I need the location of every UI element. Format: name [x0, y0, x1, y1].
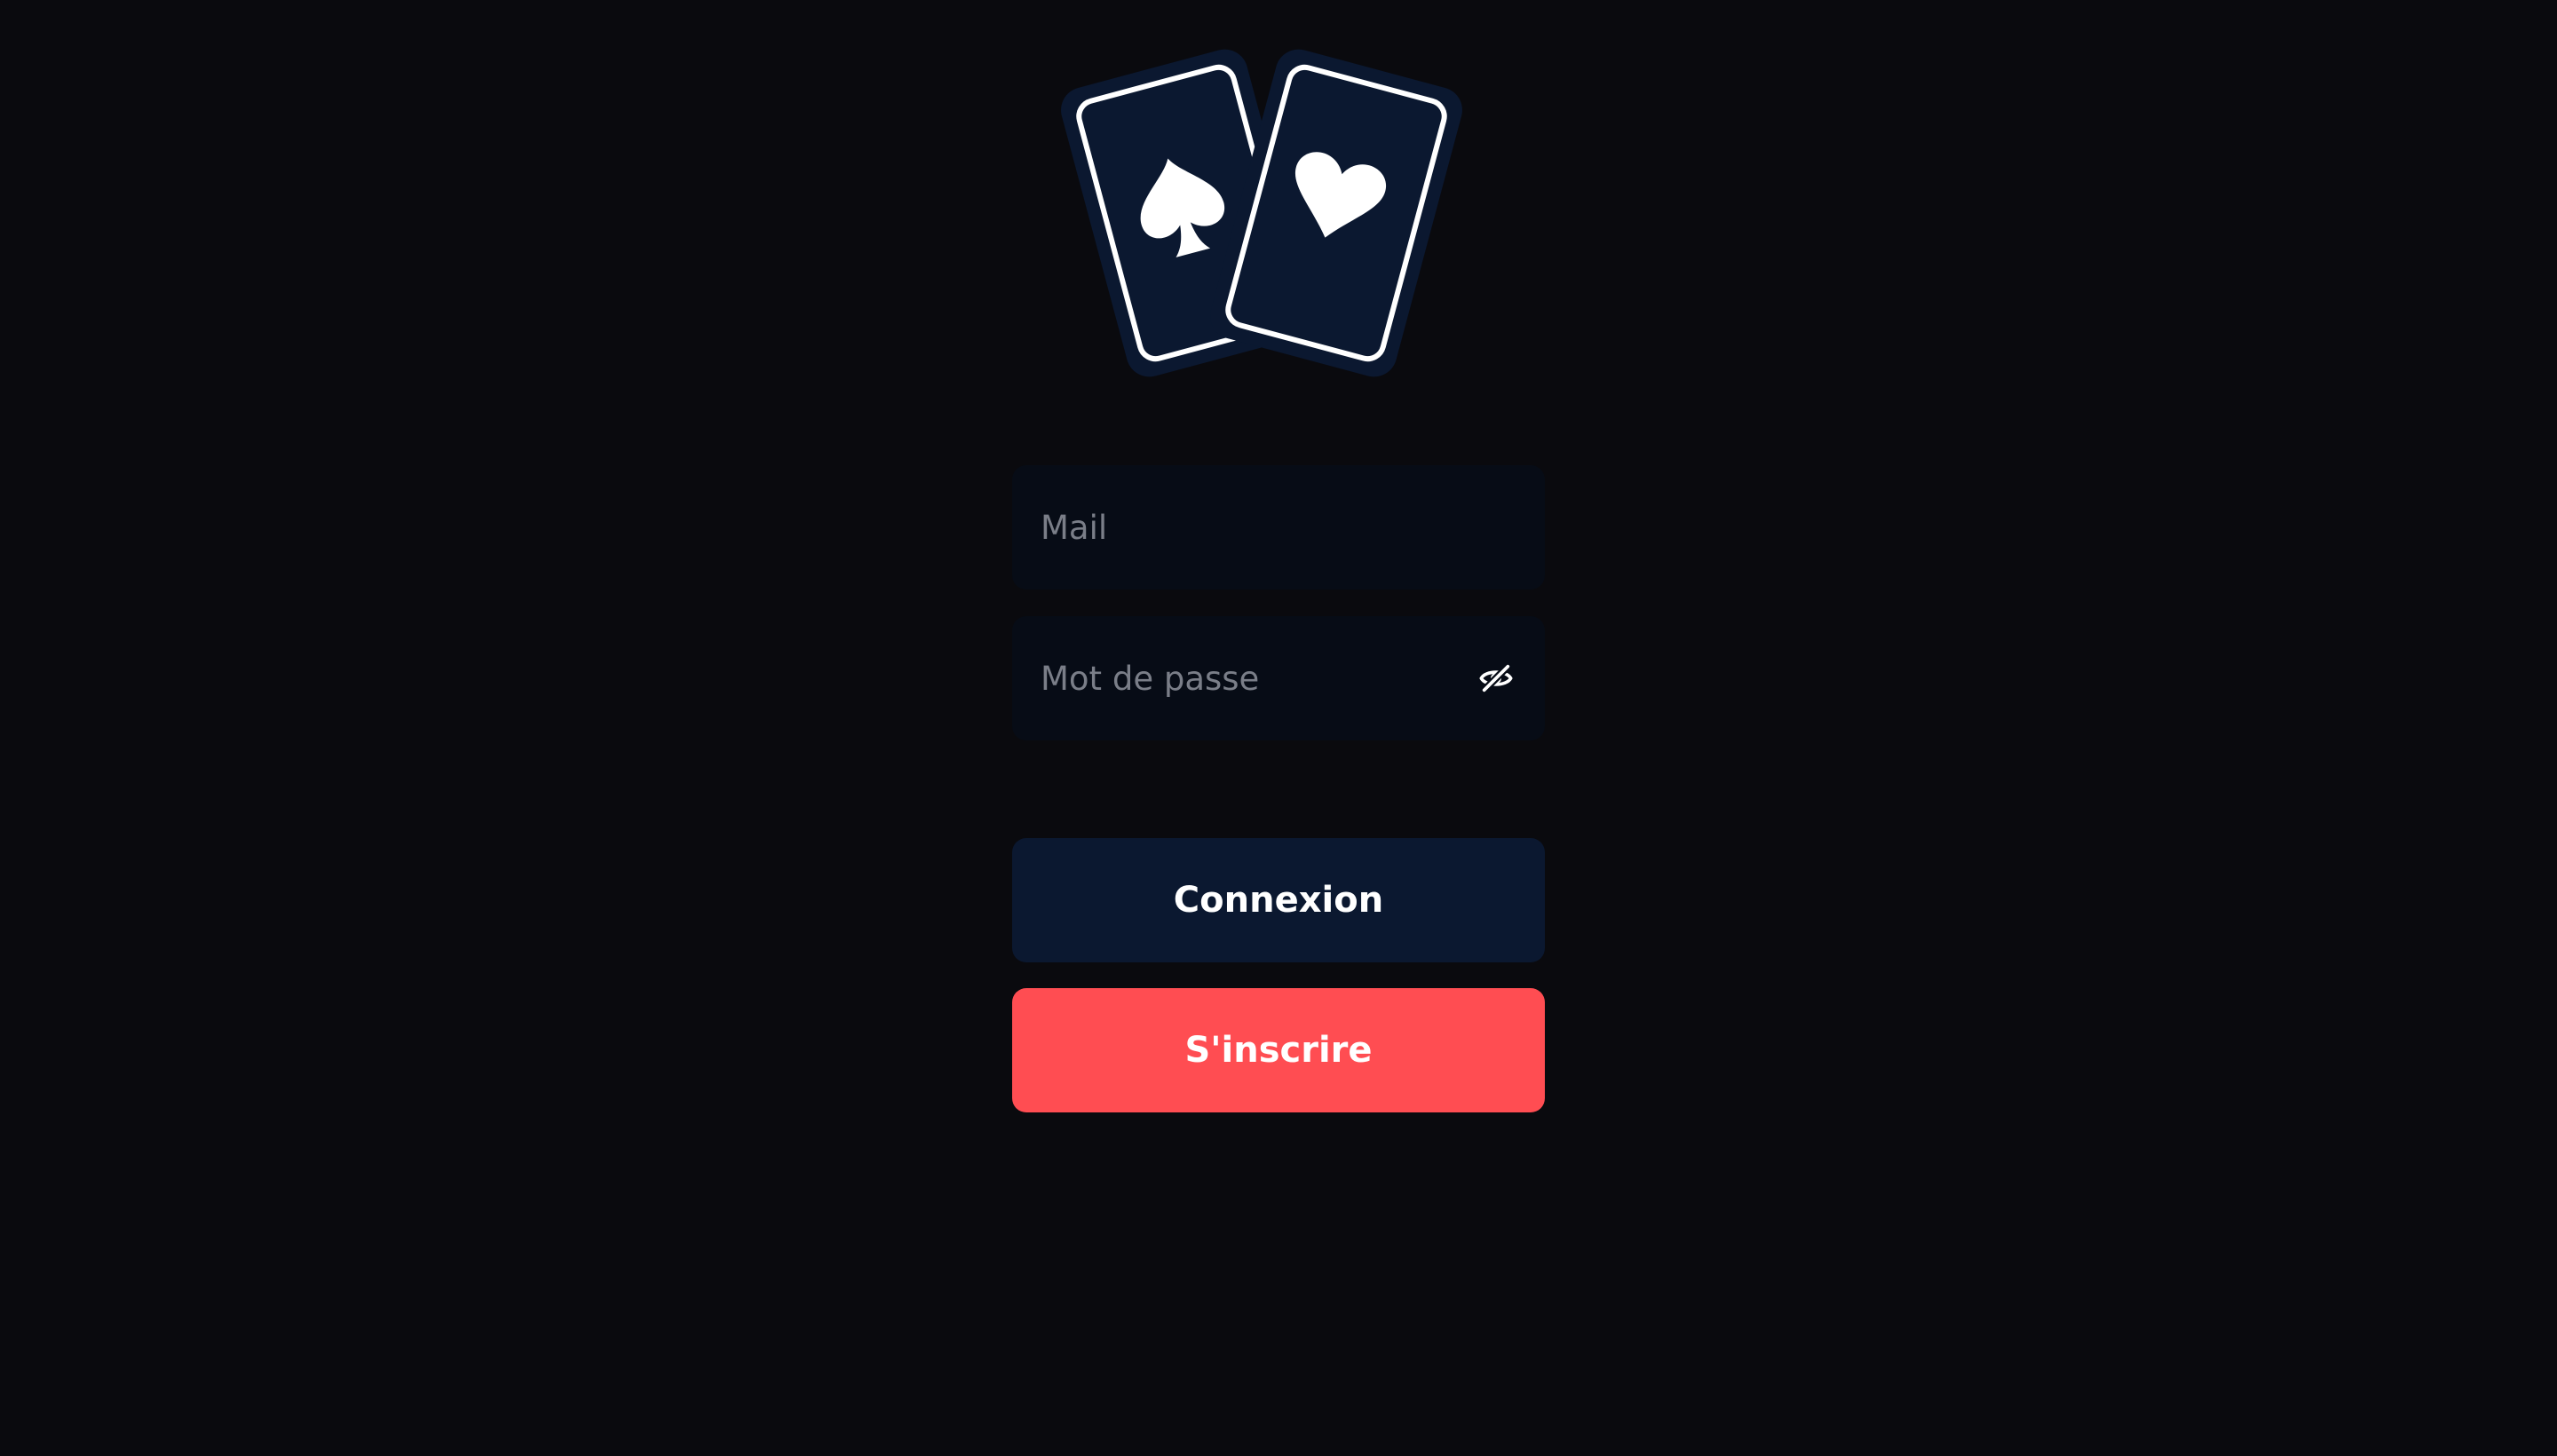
signup-button[interactable]: S'inscrire	[1012, 988, 1545, 1112]
password-field[interactable]	[1012, 616, 1545, 740]
eye-slash-icon[interactable]	[1476, 658, 1516, 699]
playing-cards-logo	[1052, 46, 1505, 384]
mail-field[interactable]	[1012, 465, 1545, 590]
password-input[interactable]	[1041, 659, 1476, 698]
mail-input[interactable]	[1041, 508, 1516, 547]
login-button[interactable]: Connexion	[1012, 838, 1545, 962]
